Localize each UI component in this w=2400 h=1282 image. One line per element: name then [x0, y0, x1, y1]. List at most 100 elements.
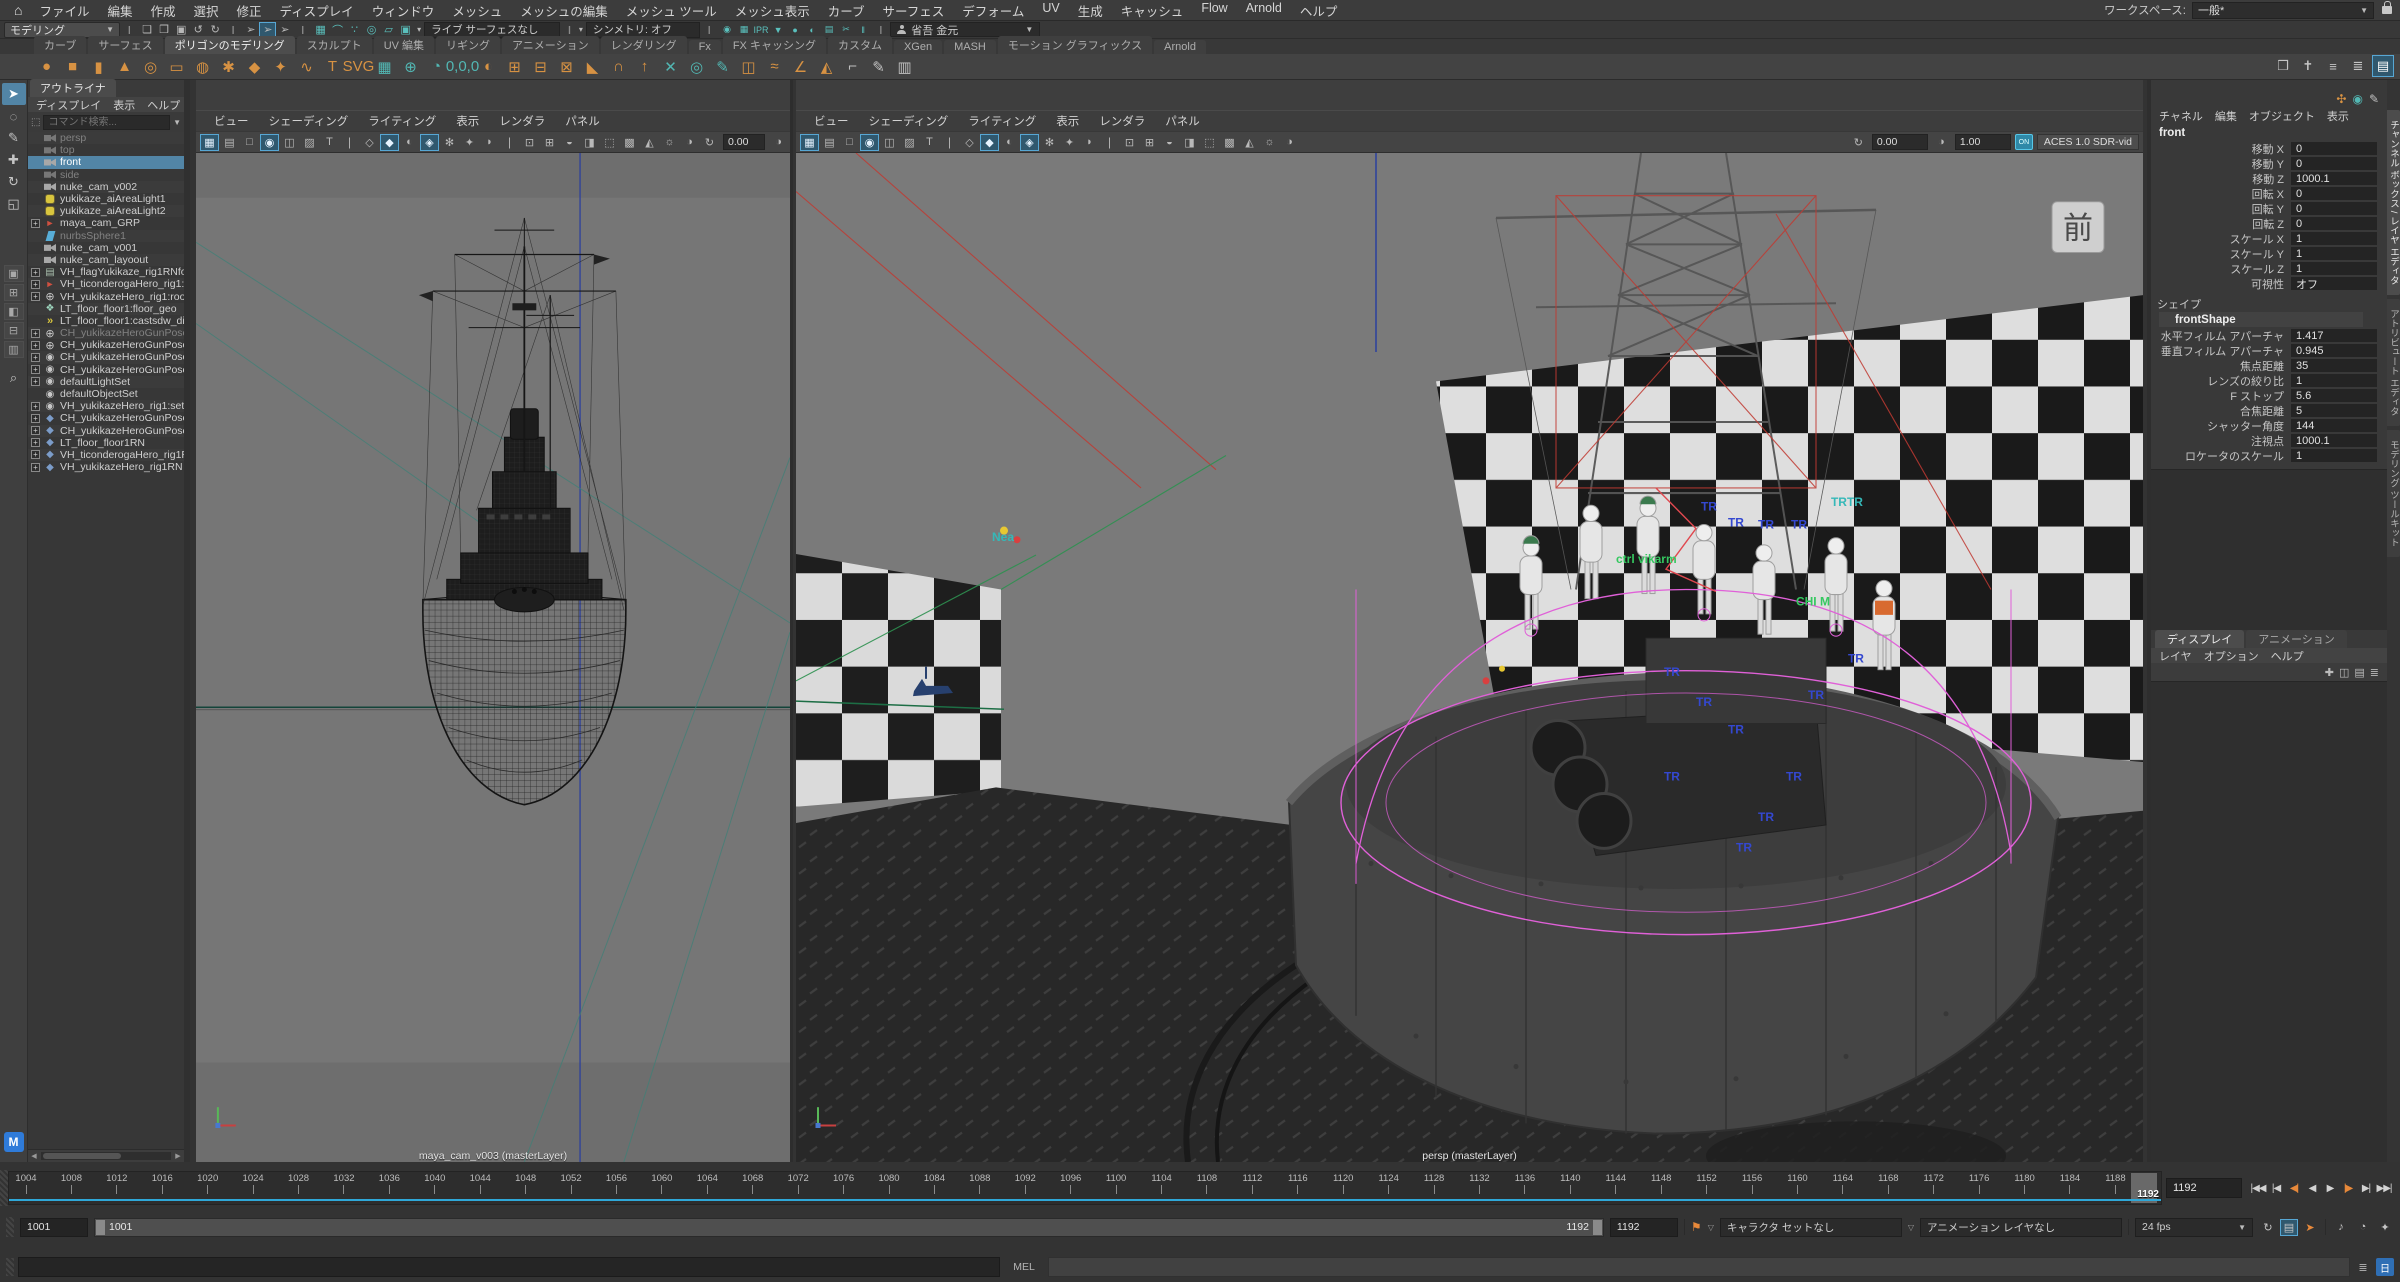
sidebar-vertical-tab[interactable]: モデリング ツールキット [2387, 430, 2400, 557]
menu-item[interactable]: UV [1033, 1, 1068, 20]
playback-button[interactable]: |◀◀ [2250, 1179, 2266, 1197]
expand-icon[interactable] [31, 316, 40, 325]
shelf-tab[interactable]: モーション グラフィックス [998, 36, 1152, 54]
expand-icon[interactable] [31, 195, 40, 204]
render-icon[interactable]: ▤ [821, 22, 838, 37]
shelf-tool-icon[interactable]: ▲ [112, 55, 137, 79]
layer-editor-menu-item[interactable]: オプション [2204, 648, 2259, 664]
shelf-tool-icon[interactable]: ✎ [866, 55, 891, 79]
gamma-field[interactable]: 1.00 [1955, 134, 2011, 150]
shelf-tab[interactable]: Arnold [1154, 40, 1206, 54]
layout-shortcut-button[interactable]: ⊟ [4, 322, 24, 339]
gamma-icon[interactable]: ◑ [769, 134, 788, 151]
channel-value-field[interactable]: 1 [2291, 449, 2377, 462]
channel-box-icon[interactable]: ✣ [2336, 92, 2346, 106]
viewport-toolbar-icon[interactable]: T [920, 134, 939, 151]
chevron-down-icon[interactable]: ▽ [1708, 1223, 1714, 1232]
outliner-row[interactable]: + CH_yukikazeHeroGunPose_rig1RN [28, 412, 184, 424]
channel-value-field[interactable]: 1 [2291, 262, 2377, 275]
shelf-tab[interactable]: UV 編集 [374, 36, 434, 54]
viewport-toolbar-icon[interactable]: ✻ [1040, 134, 1059, 151]
viewport-toolbar-icon[interactable]: ✻ [440, 134, 459, 151]
viewport-toolbar-icon[interactable]: ◇ [360, 134, 379, 151]
shelf-tab[interactable]: XGen [894, 40, 942, 54]
expand-icon[interactable] [31, 146, 40, 155]
shelf-tool-icon[interactable]: ↑ [632, 55, 657, 79]
viewport-menu-item[interactable]: パネル [557, 113, 608, 129]
sidebar-toggle-icon[interactable]: ✝ [2297, 55, 2319, 77]
section-divider[interactable]: ❙ [123, 25, 136, 34]
menu-item[interactable]: 修正 [228, 1, 271, 20]
channel-value-field[interactable]: 1000.1 [2291, 434, 2377, 447]
selected-object-name[interactable]: front [2151, 124, 2387, 141]
command-input-field[interactable] [18, 1257, 1000, 1277]
channel-label[interactable]: 水平フィルム アパーチャ [2151, 328, 2291, 344]
viewport-toolbar-icon[interactable]: □ [840, 134, 859, 151]
section-divider[interactable]: ❙ [563, 25, 576, 34]
shelf-tool-icon[interactable]: ✦ [268, 55, 293, 79]
channel-value-field[interactable]: 0 [2291, 187, 2377, 200]
viewport-toolbar-icon[interactable]: ▤ [820, 134, 839, 151]
zoom-tool-icon[interactable]: ⌕ [2, 367, 26, 389]
animation-end-field[interactable]: 1192 [1610, 1218, 1678, 1237]
menu-item[interactable]: ディスプレイ [271, 1, 363, 20]
viewport-toolbar-icon[interactable]: ◆ [980, 134, 999, 151]
expand-icon[interactable] [31, 231, 40, 240]
status-icon[interactable]: ▣ [173, 22, 190, 37]
expand-icon[interactable]: + [31, 450, 40, 459]
status-icon[interactable]: ↻ [207, 22, 224, 37]
shelf-tool-icon[interactable]: ∩ [606, 55, 631, 79]
render-icon[interactable]: ◐ [804, 22, 821, 37]
section-divider[interactable]: ❙ [227, 25, 240, 34]
viewport-toolbar-icon[interactable]: ▩ [620, 134, 639, 151]
outliner-row[interactable]: + VH_ticonderogaHero_rig1RN [28, 449, 184, 461]
viewport-toolbar-icon[interactable]: ◭ [640, 134, 659, 151]
outliner-row[interactable]: + CH_yukikazeHeroGunPose_rig2:root [28, 339, 184, 351]
shelf-tab[interactable]: アニメーション [502, 36, 599, 54]
viewport-toolbar-icon[interactable]: ◗ [480, 134, 499, 151]
section-divider[interactable]: ❙ [703, 25, 716, 34]
sidebar-toggle-icon[interactable]: ▤ [2372, 55, 2394, 77]
channel-value-field[interactable]: 5 [2291, 404, 2377, 417]
shelf-tab[interactable]: MASH [944, 40, 996, 54]
menu-item[interactable]: カーブ [819, 1, 874, 20]
ime-icon[interactable]: 日 [2376, 1258, 2394, 1276]
viewport-toolbar-icon[interactable]: ◈ [1020, 134, 1039, 151]
viewport-toolbar-icon[interactable]: ◐ [400, 134, 419, 151]
viewport-toolbar-icon[interactable]: ⬚ [600, 134, 619, 151]
playback-option-icon[interactable]: ➤ [2301, 1219, 2319, 1236]
maya-badge[interactable]: M [4, 1132, 24, 1152]
outliner-menu-item[interactable]: 表示 [113, 97, 135, 113]
shelf-tool-icon[interactable]: ⊠ [554, 55, 579, 79]
outliner-row[interactable]: + VH_ticonderogaHero_rig1:top_gp [28, 278, 184, 290]
viewport-toolbar-icon[interactable]: ◆ [380, 134, 399, 151]
viewport-toolbar-icon[interactable]: ◭ [1240, 134, 1259, 151]
chevron-down-icon[interactable]: ▽ [1908, 1223, 1914, 1232]
viewport-toolbar-icon[interactable]: ◗ [1080, 134, 1099, 151]
layout-shortcut-button[interactable]: ◧ [4, 303, 24, 320]
outliner-row[interactable]: nuke_cam_layoout [28, 254, 184, 266]
shelf-tool-icon[interactable]: ▦ [372, 55, 397, 79]
channel-label[interactable]: スケール Y [2151, 246, 2291, 262]
render-icon[interactable]: ◉ [719, 22, 736, 37]
shelf-tool-icon[interactable]: ∠ [788, 55, 813, 79]
outliner-tab[interactable]: アウトライナ [30, 79, 116, 97]
shelf-tool-icon[interactable]: ✕ [658, 55, 683, 79]
snap-icon[interactable]: ◎ [363, 22, 380, 37]
tool-icon[interactable]: ↻ [2, 171, 26, 193]
channel-label[interactable]: 合焦距離 [2151, 403, 2291, 419]
viewport-toolbar-icon[interactable]: ❘ [340, 134, 359, 151]
shelf-tab[interactable]: FX キャッシング [723, 36, 826, 54]
menu-item[interactable]: Flow [1192, 1, 1236, 20]
layer-editor-menu-item[interactable]: レイヤ [2159, 648, 2192, 664]
outliner-row[interactable]: + LT_floor_floor1RN [28, 437, 184, 449]
channel-value-field[interactable]: 5.6 [2291, 389, 2377, 402]
viewport-menu-item[interactable]: 表示 [1048, 113, 1087, 129]
channel-label[interactable]: 移動 X [2151, 141, 2291, 157]
channel-value-field[interactable]: 1.417 [2291, 329, 2377, 342]
viewport-toolbar-icon[interactable]: ⊡ [1120, 134, 1139, 151]
outliner-row[interactable]: + CH_yukikazeHeroGunPose_rig1RN1 [28, 425, 184, 437]
expand-icon[interactable] [31, 134, 40, 143]
viewport-toolbar-icon[interactable]: ◫ [880, 134, 899, 151]
snap-icon[interactable]: ∵ [346, 22, 363, 37]
